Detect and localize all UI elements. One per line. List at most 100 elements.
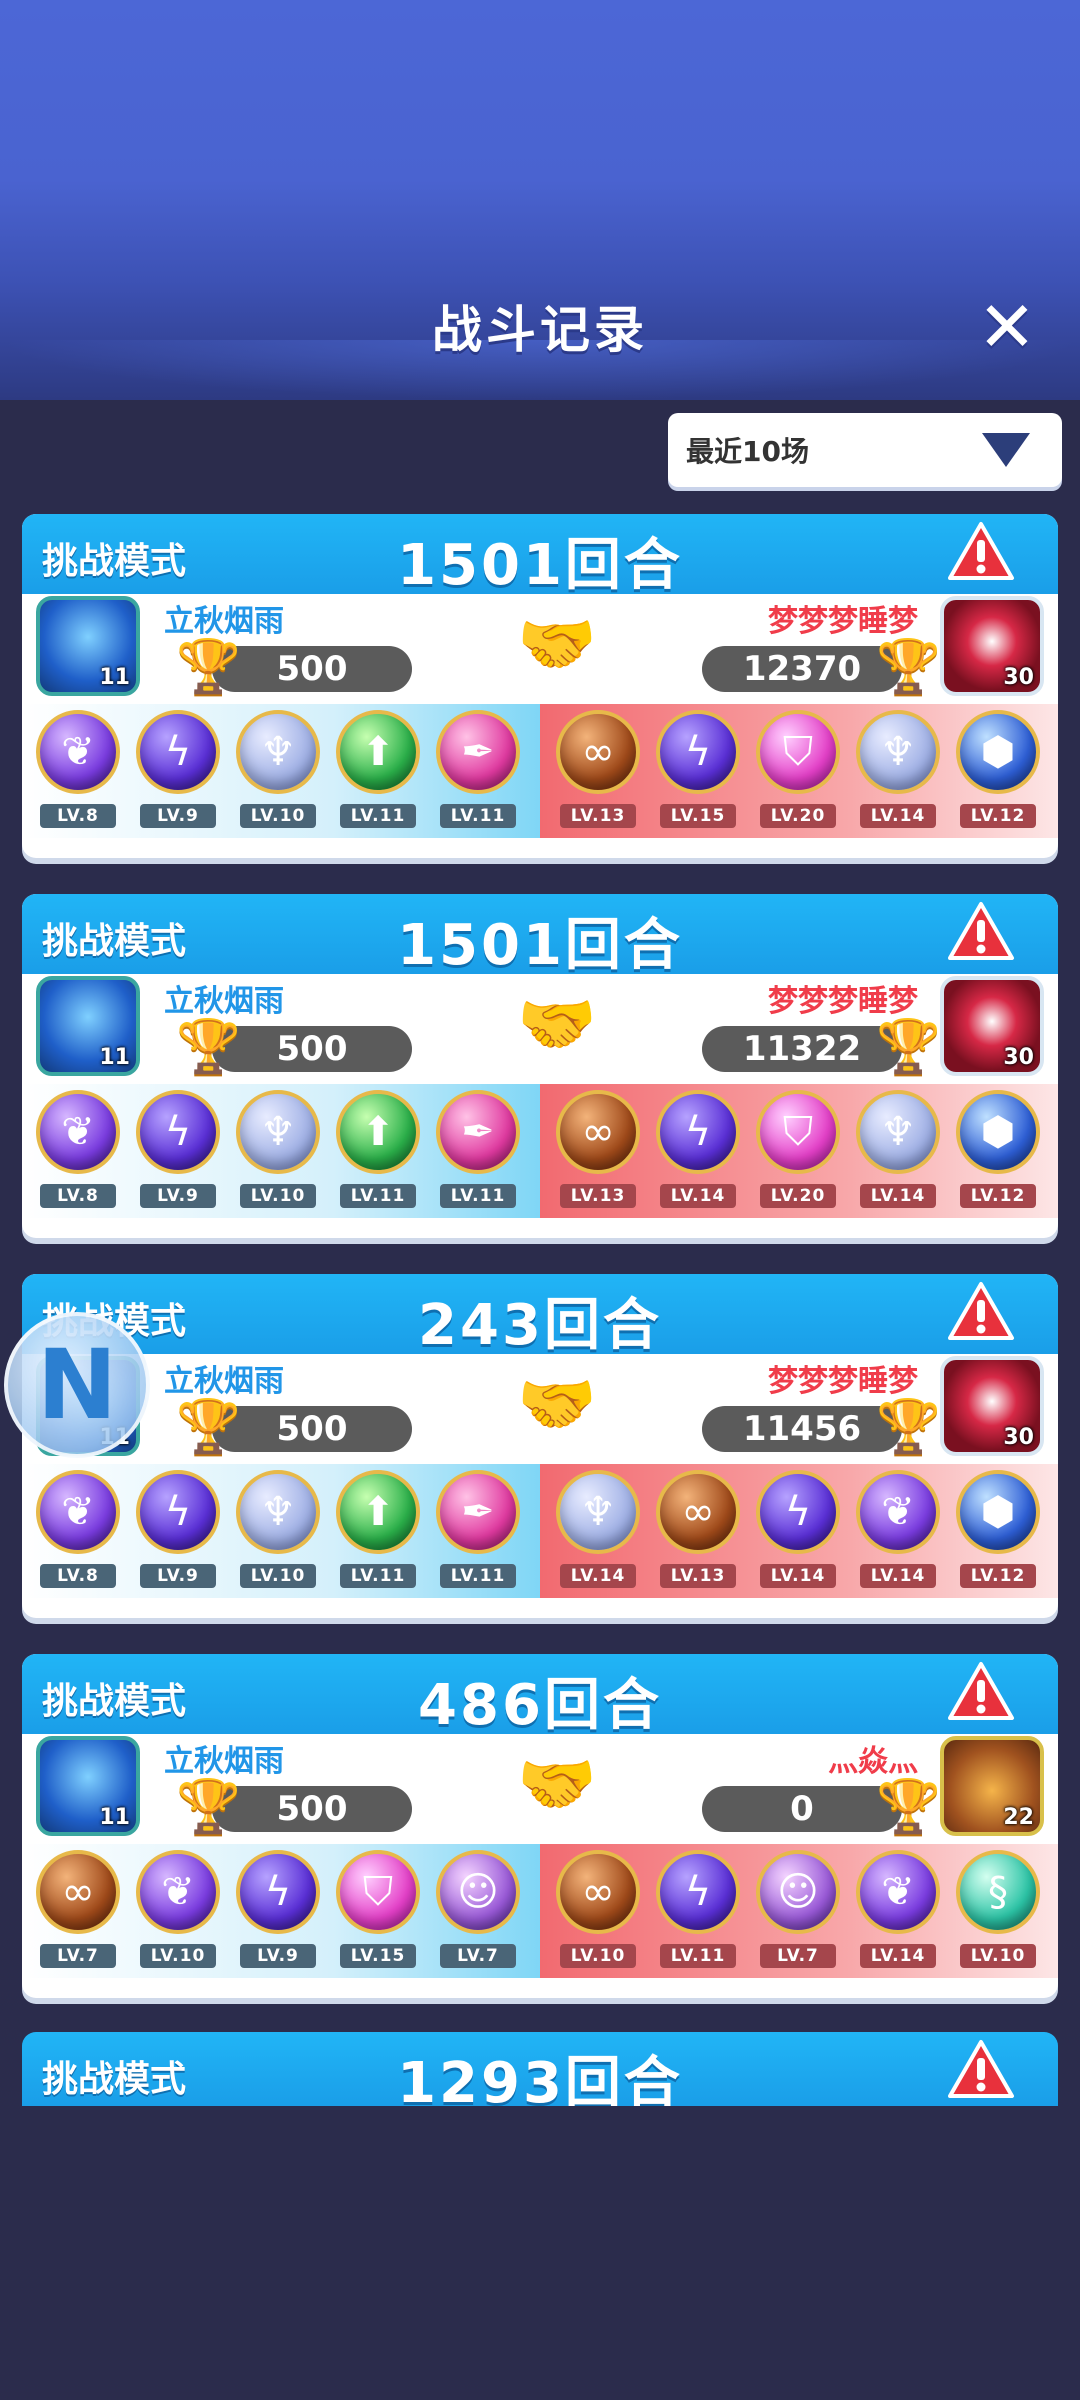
battle-record-card[interactable]: 挑战模式 243回合 11 立秋烟雨 500 🏆 🤝 11456 🏆 梦梦梦睡梦…	[22, 1274, 1058, 1618]
pet-item[interactable]: ⬆ LV.11	[332, 1470, 424, 1594]
pet-item[interactable]: ❦ LV.14	[852, 1850, 944, 1974]
pet-item[interactable]: ♆ LV.10	[232, 710, 324, 834]
pet-item[interactable]: ∞ LV.13	[552, 1090, 644, 1214]
arrow-up-pet-icon: ⬆	[336, 710, 420, 794]
pet-item[interactable]: ✒ LV.11	[432, 1470, 524, 1594]
report-warning-icon[interactable]	[946, 2038, 1016, 2102]
battle-record-card[interactable]: 挑战模式 1501回合 11 立秋烟雨 500 🏆 🤝 11322 🏆 梦梦梦睡…	[22, 894, 1058, 1238]
shield-pet-icon: ⛉	[756, 710, 840, 794]
infinity-pet-icon: ∞	[36, 1850, 120, 1934]
pet-item[interactable]: ∞ LV.10	[552, 1850, 644, 1974]
pet-item[interactable]: ☺ LV.7	[752, 1850, 844, 1974]
battle-record-card[interactable]: 挑战模式 486回合 11 立秋烟雨 500 🏆 🤝 0 🏆 灬焱灬 22 ∞ L…	[22, 1654, 1058, 1998]
pet-level: LV.9	[140, 1184, 216, 1208]
pet-item[interactable]: ✒ LV.11	[432, 1090, 524, 1214]
pet-item[interactable]: ⬆ LV.11	[332, 1090, 424, 1214]
ghost-pet-icon: ♆	[856, 1090, 940, 1174]
pet-item[interactable]: ⛉ LV.15	[332, 1850, 424, 1974]
lightning-pet-icon: ϟ	[136, 710, 220, 794]
report-warning-icon[interactable]	[946, 900, 1016, 964]
pet-item[interactable]: ∞ LV.13	[652, 1470, 744, 1594]
opponent-avatar[interactable]: 30	[940, 976, 1044, 1076]
pet-item[interactable]: ❦ LV.8	[32, 1470, 124, 1594]
infinity-pet-icon: ∞	[556, 1090, 640, 1174]
ghost-pet-icon: ♆	[556, 1470, 640, 1554]
opponent-avatar[interactable]: 22	[940, 1736, 1044, 1836]
butterfly-pet-icon: ❦	[36, 710, 120, 794]
pet-item[interactable]: ⬢ LV.12	[952, 710, 1044, 834]
battle-count-dropdown[interactable]: 最近10场	[668, 413, 1062, 487]
pet-level: LV.14	[860, 1564, 936, 1588]
pet-item[interactable]: ❦ LV.8	[32, 1090, 124, 1214]
pet-item[interactable]: ϟ LV.11	[652, 1850, 744, 1974]
player-avatar[interactable]: 11	[36, 596, 140, 696]
pet-level: LV.11	[340, 804, 416, 828]
pet-item[interactable]: ☺ LV.7	[432, 1850, 524, 1974]
player-avatar[interactable]: 11	[36, 976, 140, 1076]
pet-item[interactable]: ϟ LV.15	[652, 710, 744, 834]
pet-item[interactable]: ❦ LV.14	[852, 1470, 944, 1594]
report-warning-icon[interactable]	[946, 520, 1016, 584]
pet-item[interactable]: ♆ LV.14	[852, 710, 944, 834]
pet-level: LV.14	[860, 1944, 936, 1968]
opponent-avatar[interactable]: 30	[940, 1356, 1044, 1456]
pet-item[interactable]: ⬆ LV.11	[332, 710, 424, 834]
pet-item[interactable]: ⬢ LV.12	[952, 1090, 1044, 1214]
pet-item[interactable]: ❦ LV.10	[132, 1850, 224, 1974]
battle-record-card[interactable]: 挑战模式 1501回合 11 立秋烟雨 500 🏆 🤝 12370 🏆 梦梦梦睡…	[22, 514, 1058, 858]
pet-level: LV.10	[960, 1944, 1036, 1968]
pet-item[interactable]: ♆ LV.14	[852, 1090, 944, 1214]
pet-item[interactable]: ϟ LV.14	[652, 1090, 744, 1214]
page-title: 战斗记录	[432, 301, 648, 359]
player-avatar[interactable]: 11	[36, 1736, 140, 1836]
handshake-icon: 🤝	[517, 988, 597, 1062]
battle-record-card[interactable]: 挑战模式 1293回合	[22, 2032, 1058, 2106]
pet-item[interactable]: § LV.10	[952, 1850, 1044, 1974]
pet-item[interactable]: ♆ LV.10	[232, 1470, 324, 1594]
opponent-name: 灬焱灬	[828, 1744, 918, 1779]
opponent-name: 梦梦梦睡梦	[768, 604, 918, 639]
trophy-icon: 🏆	[176, 1777, 241, 1837]
pet-level: LV.8	[40, 1184, 116, 1208]
players-row: 11 立秋烟雨 500 🏆 🤝 11456 🏆 梦梦梦睡梦 30	[22, 1354, 1058, 1464]
floating-assistant-button[interactable]: N	[4, 1312, 150, 1458]
infinity-pet-icon: ∞	[656, 1470, 740, 1554]
pet-item[interactable]: ∞ LV.13	[552, 710, 644, 834]
pet-item[interactable]: ♆ LV.10	[232, 1090, 324, 1214]
pet-level: LV.11	[440, 1184, 516, 1208]
close-icon[interactable]: ✕	[975, 292, 1039, 362]
player-trophy-count: 500	[212, 1026, 412, 1072]
pet-item[interactable]: ϟ LV.9	[132, 1090, 224, 1214]
hexagon-pet-icon: ⬢	[956, 1470, 1040, 1554]
pet-item[interactable]: ♆ LV.14	[552, 1470, 644, 1594]
pet-item[interactable]: ϟ LV.9	[132, 1470, 224, 1594]
pet-level: LV.20	[760, 804, 836, 828]
pet-item[interactable]: ⛉ LV.20	[752, 710, 844, 834]
pet-item[interactable]: ϟ LV.14	[752, 1470, 844, 1594]
arrow-up-pet-icon: ⬆	[336, 1470, 420, 1554]
pet-level: LV.14	[760, 1564, 836, 1588]
lightning-pet-icon: ϟ	[656, 1090, 740, 1174]
opponent-avatar[interactable]: 30	[940, 596, 1044, 696]
avatar-level: 11	[99, 665, 130, 690]
handshake-icon: 🤝	[517, 1748, 597, 1822]
pet-item[interactable]: ϟ LV.9	[132, 710, 224, 834]
pet-item[interactable]: ϟ LV.9	[232, 1850, 324, 1974]
player-pets: ❦ LV.8 ϟ LV.9 ♆ LV.10 ⬆ LV.11 ✒ LV.11	[22, 1084, 540, 1218]
pet-item[interactable]: ⛉ LV.20	[752, 1090, 844, 1214]
opponent-name: 梦梦梦睡梦	[768, 984, 918, 1019]
lightning-pet-icon: ϟ	[756, 1470, 840, 1554]
pet-level: LV.11	[340, 1184, 416, 1208]
card-header: 挑战模式 486回合	[22, 1654, 1058, 1738]
opponent-trophy-count: 11322	[702, 1026, 902, 1072]
report-warning-icon[interactable]	[946, 1660, 1016, 1724]
pet-level: LV.11	[660, 1944, 736, 1968]
pet-item[interactable]: ⬢ LV.12	[952, 1470, 1044, 1594]
pet-item[interactable]: ✒ LV.11	[432, 710, 524, 834]
pet-item[interactable]: ❦ LV.8	[32, 710, 124, 834]
avatar-level: 30	[1003, 1425, 1034, 1450]
ghost-pet-icon: ♆	[856, 710, 940, 794]
trophy-icon: 🏆	[176, 637, 241, 697]
pet-item[interactable]: ∞ LV.7	[32, 1850, 124, 1974]
report-warning-icon[interactable]	[946, 1280, 1016, 1344]
